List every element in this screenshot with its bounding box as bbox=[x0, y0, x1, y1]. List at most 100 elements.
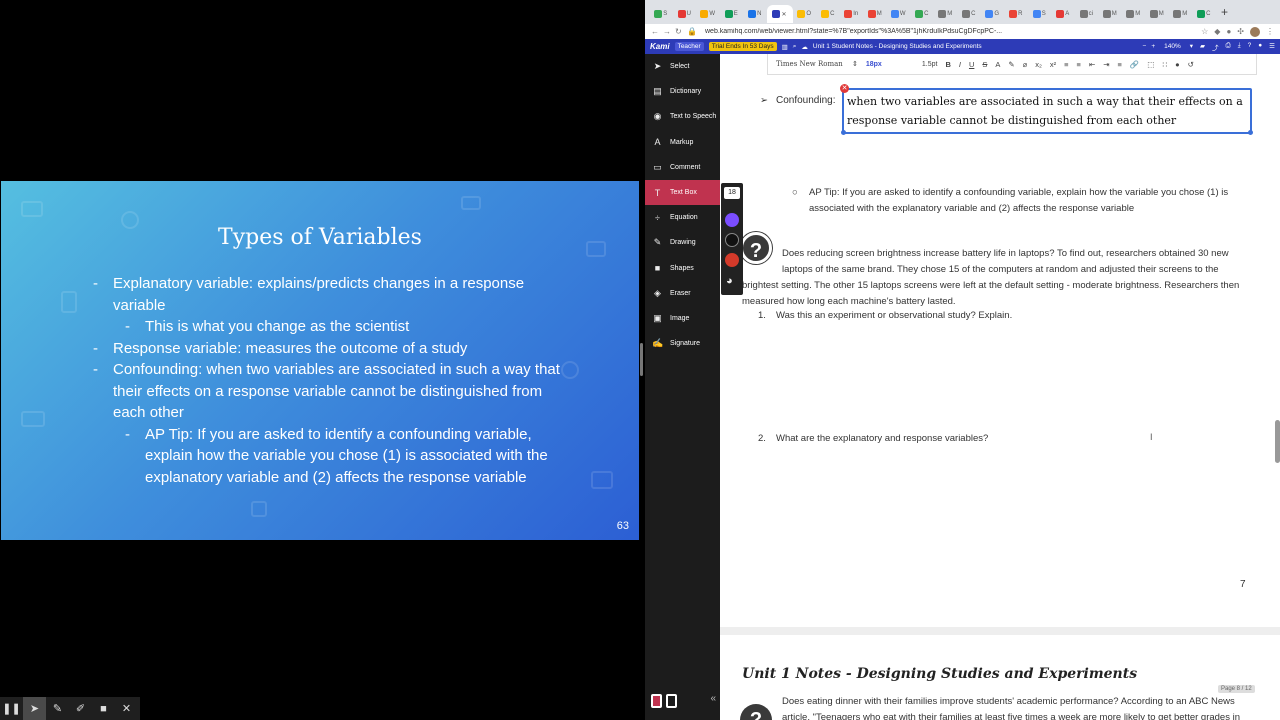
browser-tab[interactable]: S bbox=[649, 5, 673, 23]
trial-badge[interactable]: Trial Ends In 53 Days bbox=[708, 42, 777, 51]
resize-handle[interactable] bbox=[1248, 130, 1253, 135]
browser-tab[interactable]: C bbox=[1192, 5, 1216, 23]
pointer-icon[interactable]: ➤ bbox=[23, 697, 46, 720]
url-field[interactable]: web.kamihq.com/web/viewer.html?state=%7B… bbox=[705, 28, 1201, 35]
bold-button[interactable]: B bbox=[945, 60, 950, 69]
tool-eraser[interactable]: ◈ Eraser bbox=[645, 281, 720, 306]
tab-close-icon[interactable]: ✕ bbox=[781, 11, 786, 18]
search-icon[interactable]: ⌕ bbox=[793, 43, 797, 51]
browser-tab[interactable]: G bbox=[981, 5, 1005, 23]
print-icon[interactable]: ⎙ bbox=[1226, 42, 1231, 52]
browser-tab[interactable]: E bbox=[720, 5, 744, 23]
pause-icon[interactable]: ❚❚ bbox=[0, 697, 23, 720]
outdent-button[interactable]: ⇤ bbox=[1089, 60, 1095, 69]
pen-icon[interactable]: ✎ bbox=[46, 697, 69, 720]
extension-icon[interactable]: ◆ bbox=[1214, 27, 1220, 37]
tool-select[interactable]: ➤ Select bbox=[645, 54, 720, 79]
sidebar-toggle-icon[interactable]: ▥ bbox=[782, 43, 788, 51]
text-box-content[interactable]: when two variables are associated in suc… bbox=[847, 95, 1243, 127]
zoom-level[interactable]: 140% bbox=[1164, 43, 1181, 50]
new-tab-button[interactable]: + bbox=[1216, 5, 1234, 19]
tool-signature[interactable]: ✍ Signature bbox=[645, 331, 720, 356]
single-page-view-button[interactable] bbox=[651, 694, 662, 708]
color-dot-button[interactable]: ● bbox=[1175, 60, 1180, 69]
vertical-scrollbar[interactable] bbox=[1275, 420, 1280, 463]
menu-icon[interactable]: ⋮ bbox=[1266, 27, 1274, 37]
browser-tab[interactable]: S bbox=[1028, 5, 1052, 23]
avatar[interactable] bbox=[1250, 26, 1260, 37]
tool-shapes[interactable]: ■ Shapes bbox=[645, 256, 720, 281]
link-button[interactable]: 🔗 bbox=[1130, 60, 1139, 69]
underline-button[interactable]: U bbox=[969, 60, 974, 69]
grid-button[interactable]: ∷ bbox=[1162, 60, 1167, 69]
puzzle-icon[interactable]: ✣ bbox=[1237, 27, 1244, 37]
browser-tab[interactable]: M bbox=[863, 5, 887, 23]
tool-comment[interactable]: ▭ Comment bbox=[645, 155, 720, 180]
browser-tab[interactable]: U bbox=[673, 5, 697, 23]
tool-text-box[interactable]: T Text Box bbox=[645, 179, 720, 206]
browser-tab[interactable]: M bbox=[1169, 5, 1193, 23]
line-spacing-select[interactable]: 1.5pt bbox=[922, 61, 938, 68]
browser-tab[interactable]: N bbox=[743, 5, 767, 23]
list-button[interactable]: ≡ bbox=[1077, 60, 1081, 69]
font-family-select[interactable]: Times New Roman bbox=[776, 60, 844, 68]
close-icon[interactable]: ✕ bbox=[115, 697, 138, 720]
align-button[interactable]: ≡ bbox=[1064, 60, 1068, 69]
color-swatch-purple[interactable] bbox=[725, 213, 739, 227]
tool-drawing[interactable]: ✎ Drawing bbox=[645, 230, 720, 255]
justify-button[interactable]: ≡ bbox=[1118, 60, 1122, 69]
zoom-in-button[interactable]: + bbox=[1151, 43, 1155, 50]
browser-tab[interactable]: ci bbox=[1075, 5, 1099, 23]
tool-markup[interactable]: A Markup bbox=[645, 130, 720, 155]
browser-tab[interactable]: C bbox=[957, 5, 981, 23]
browser-tab[interactable]: M bbox=[1098, 5, 1122, 23]
browser-tab[interactable]: M bbox=[1122, 5, 1146, 23]
highlight-button[interactable]: ✎ bbox=[1008, 60, 1014, 69]
resize-handle[interactable] bbox=[841, 130, 846, 135]
browser-tab[interactable]: R bbox=[1004, 5, 1028, 23]
collapse-sidebar-icon[interactable]: « bbox=[710, 693, 716, 704]
chevron-down-icon[interactable]: ▾ bbox=[1190, 42, 1193, 52]
forward-icon[interactable]: → bbox=[663, 27, 675, 36]
splitter-handle[interactable] bbox=[640, 343, 643, 376]
italic-button[interactable]: I bbox=[959, 60, 961, 69]
confounding-text-box[interactable]: ✕ when two variables are associated in s… bbox=[840, 84, 1253, 135]
color-swatch-red[interactable] bbox=[725, 253, 739, 267]
palette-font-size[interactable]: 18 bbox=[724, 187, 740, 199]
extension-icon[interactable]: ● bbox=[1226, 27, 1231, 37]
double-page-view-button[interactable] bbox=[666, 694, 677, 708]
help-icon[interactable]: ? bbox=[1248, 42, 1252, 52]
download-icon[interactable]: ⤓ bbox=[1238, 42, 1241, 52]
reload-icon[interactable]: ↻ bbox=[675, 27, 687, 36]
share-icon[interactable]: ⤴ bbox=[1212, 42, 1219, 52]
tool-equation[interactable]: ÷ Equation bbox=[645, 205, 720, 230]
browser-tab[interactable]: M bbox=[1145, 5, 1169, 23]
clear-format-button[interactable]: ⌀ bbox=[1023, 60, 1028, 69]
browser-tab[interactable]: W bbox=[887, 5, 911, 23]
menu-icon[interactable]: ☰ bbox=[1269, 42, 1275, 52]
text-color-button[interactable]: A bbox=[995, 60, 1000, 69]
highlighter-icon[interactable]: ✐ bbox=[69, 697, 92, 720]
delete-icon[interactable]: ✕ bbox=[840, 84, 849, 93]
bookmark-star-icon[interactable]: ☆ bbox=[1201, 27, 1208, 37]
browser-tab[interactable]: C bbox=[910, 5, 934, 23]
superscript-button[interactable]: x² bbox=[1050, 60, 1056, 69]
user-icon[interactable]: ● bbox=[1258, 42, 1262, 52]
font-size-select[interactable]: 18px bbox=[866, 61, 914, 68]
undo-button[interactable]: ↺ bbox=[1188, 60, 1194, 69]
browser-tab-active[interactable]: ✕ bbox=[766, 5, 793, 23]
browser-tab[interactable]: A bbox=[1051, 5, 1075, 23]
palette-icon[interactable]: ◕ bbox=[726, 275, 733, 287]
browser-tab[interactable]: C bbox=[816, 5, 840, 23]
subscript-button[interactable]: x₂ bbox=[1035, 60, 1042, 69]
chevron-down-icon[interactable]: ⇕ bbox=[852, 60, 858, 68]
indent-button[interactable]: ⇥ bbox=[1103, 60, 1109, 69]
box-button[interactable]: ⬚ bbox=[1147, 60, 1154, 69]
browser-tab[interactable]: W bbox=[696, 5, 720, 23]
browser-tab[interactable]: O bbox=[793, 5, 817, 23]
browser-tab[interactable]: In bbox=[840, 5, 864, 23]
color-swatch-black[interactable] bbox=[725, 233, 739, 247]
camera-icon[interactable]: ■ bbox=[92, 697, 115, 720]
browser-tab[interactable]: M bbox=[934, 5, 958, 23]
zoom-out-button[interactable]: − bbox=[1143, 43, 1147, 50]
